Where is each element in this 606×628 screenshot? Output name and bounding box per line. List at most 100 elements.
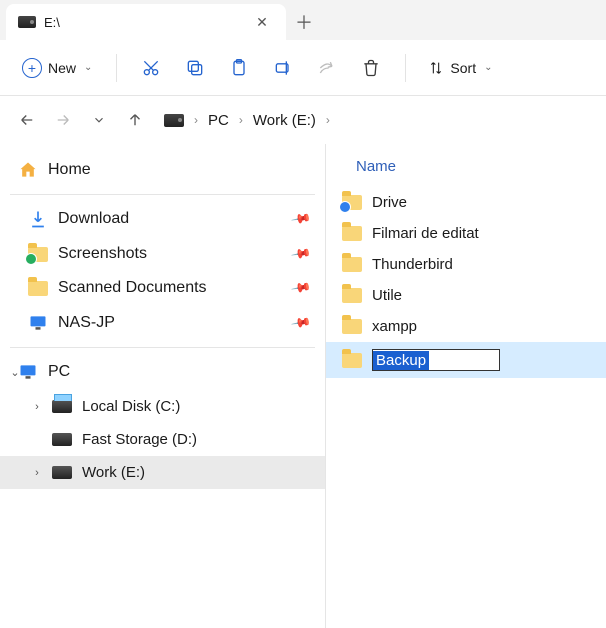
sidebar-pc-label: PC <box>48 363 70 381</box>
separator <box>405 54 406 82</box>
drive-icon <box>164 114 184 127</box>
new-tab-button[interactable]: ＋ <box>286 4 322 40</box>
separator <box>116 54 117 82</box>
folder-icon <box>342 195 362 210</box>
share-button[interactable] <box>307 48 347 88</box>
chevron-down-icon <box>92 113 106 127</box>
sidebar-home[interactable]: Home <box>0 152 325 188</box>
copy-button[interactable] <box>175 48 215 88</box>
sidebar-drive-d[interactable]: › Fast Storage (D:) <box>0 423 325 456</box>
tab-bar: E:\ ✕ ＋ <box>0 0 606 40</box>
folder-row[interactable]: Filmari de editat <box>326 218 606 249</box>
pin-icon: 📌 <box>290 312 312 334</box>
share-icon <box>317 58 337 78</box>
folder-icon <box>342 353 362 368</box>
home-icon <box>18 160 38 180</box>
pin-icon: 📌 <box>290 277 312 299</box>
plus-icon: + <box>22 58 42 78</box>
chevron-down-icon[interactable]: ⌄ <box>6 366 24 379</box>
folder-icon <box>28 281 48 296</box>
sidebar-item-label: Download <box>58 210 129 228</box>
folder-name: Drive <box>372 194 407 211</box>
main: Home Download 📌 Screenshots 📌 Scanned Do… <box>0 144 606 628</box>
close-icon[interactable]: ✕ <box>250 10 274 34</box>
trash-icon <box>361 58 381 78</box>
separator <box>10 347 315 348</box>
sidebar-quick-screenshots[interactable]: Screenshots 📌 <box>0 237 325 271</box>
arrow-right-icon <box>54 111 72 129</box>
arrow-up-icon <box>126 111 144 129</box>
download-icon <box>28 209 48 229</box>
sidebar-item-label: Local Disk (C:) <box>82 398 180 415</box>
drive-icon <box>52 400 72 413</box>
folder-name: Thunderbird <box>372 256 453 273</box>
clipboard-icon <box>229 58 249 78</box>
sidebar-quick-download[interactable]: Download 📌 <box>0 201 325 237</box>
separator <box>10 194 315 195</box>
chevron-down-icon: ⌄ <box>84 62 92 73</box>
sort-label: Sort <box>450 60 476 76</box>
column-header-name[interactable]: Name <box>326 152 606 187</box>
breadcrumb-pc[interactable]: PC <box>208 112 229 129</box>
recent-button[interactable] <box>84 105 114 135</box>
pin-icon: 📌 <box>290 208 312 230</box>
back-button[interactable] <box>12 105 42 135</box>
folder-row[interactable]: Utile <box>326 280 606 311</box>
sidebar-item-label: Screenshots <box>58 245 147 263</box>
sidebar-quick-nas[interactable]: NAS-JP 📌 <box>0 305 325 341</box>
sidebar-item-label: Work (E:) <box>82 464 145 481</box>
arrow-left-icon <box>18 111 36 129</box>
rename-value: Backup <box>373 351 429 370</box>
folder-icon <box>28 247 48 262</box>
drive-icon <box>52 466 72 479</box>
folder-icon <box>342 319 362 334</box>
rename-button[interactable] <box>263 48 303 88</box>
breadcrumb: › PC › Work (E:) › <box>164 112 330 129</box>
cut-button[interactable] <box>131 48 171 88</box>
chevron-right-icon[interactable]: › <box>28 467 46 479</box>
sidebar-home-label: Home <box>48 161 91 179</box>
breadcrumb-drive[interactable]: Work (E:) <box>253 112 316 129</box>
tab-title: E:\ <box>44 15 242 30</box>
rename-input[interactable]: Backup <box>372 349 500 371</box>
drive-icon <box>52 433 72 446</box>
folder-icon <box>342 288 362 303</box>
rename-icon <box>273 58 293 78</box>
folder-row-renaming[interactable]: Backup <box>326 342 606 378</box>
delete-button[interactable] <box>351 48 391 88</box>
folder-icon <box>342 226 362 241</box>
content-pane: Name Drive Filmari de editat Thunderbird… <box>326 144 606 628</box>
up-button[interactable] <box>120 105 150 135</box>
nav-bar: › PC › Work (E:) › <box>0 96 606 144</box>
folder-name: Utile <box>372 287 402 304</box>
folder-row[interactable]: Drive <box>326 187 606 218</box>
sidebar-quick-scanned[interactable]: Scanned Documents 📌 <box>0 271 325 305</box>
chevron-down-icon: ⌄ <box>484 62 492 73</box>
sidebar-drive-e[interactable]: › Work (E:) <box>0 456 325 489</box>
folder-row[interactable]: xampp <box>326 311 606 342</box>
paste-button[interactable] <box>219 48 259 88</box>
sidebar-drive-c[interactable]: › Local Disk (C:) <box>0 390 325 423</box>
folder-icon <box>342 257 362 272</box>
folder-name: Filmari de editat <box>372 225 479 242</box>
copy-icon <box>185 58 205 78</box>
folder-row[interactable]: Thunderbird <box>326 249 606 280</box>
sidebar: Home Download 📌 Screenshots 📌 Scanned Do… <box>0 144 326 628</box>
sort-icon <box>428 60 444 76</box>
sidebar-pc[interactable]: ⌄ PC <box>0 354 325 390</box>
pin-icon: 📌 <box>290 243 312 265</box>
sort-button[interactable]: Sort ⌄ <box>420 54 500 82</box>
drive-icon <box>18 16 36 28</box>
new-label: New <box>48 60 76 76</box>
sidebar-item-label: Scanned Documents <box>58 279 207 297</box>
chevron-right-icon: › <box>239 113 243 127</box>
chevron-right-icon: › <box>326 113 330 127</box>
tab[interactable]: E:\ ✕ <box>6 4 286 40</box>
chevron-right-icon[interactable]: › <box>28 401 46 413</box>
forward-button[interactable] <box>48 105 78 135</box>
sidebar-item-label: NAS-JP <box>58 314 115 332</box>
scissors-icon <box>141 58 161 78</box>
new-button[interactable]: + New ⌄ <box>12 52 102 84</box>
sidebar-item-label: Fast Storage (D:) <box>82 431 197 448</box>
toolbar: + New ⌄ Sort ⌄ <box>0 40 606 96</box>
